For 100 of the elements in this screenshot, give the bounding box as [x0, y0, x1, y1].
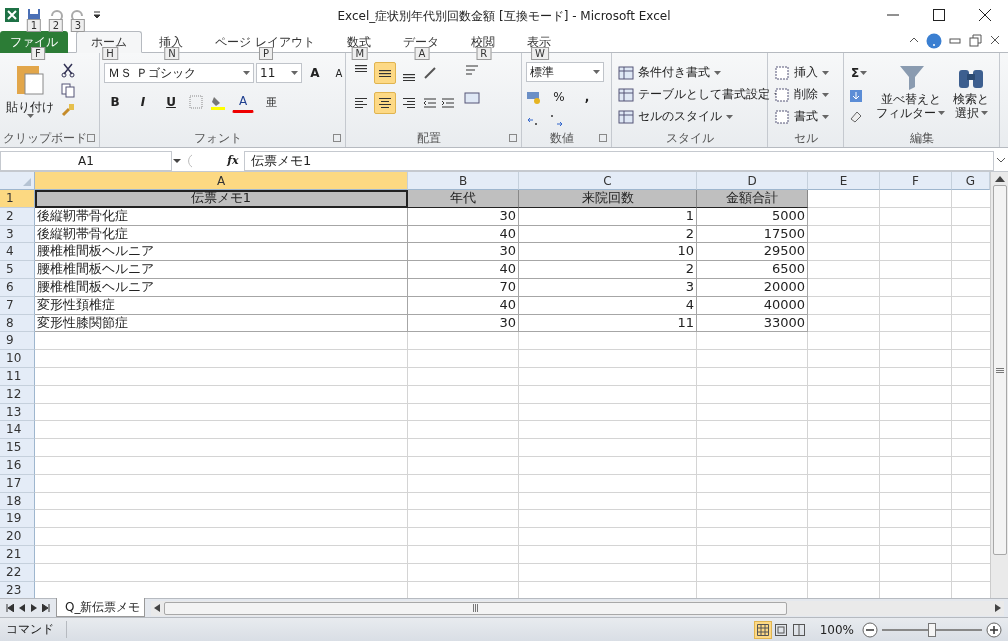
copy-icon[interactable]	[60, 82, 76, 98]
dialog-launcher-icon[interactable]	[599, 134, 607, 142]
currency-icon[interactable]	[526, 89, 542, 105]
sort-filter-button[interactable]: 並べ替えと フィルター	[874, 62, 948, 129]
scroll-left-icon[interactable]	[154, 604, 161, 612]
last-sheet-icon[interactable]	[42, 604, 50, 612]
table-cell: 腰椎椎間板ヘルニア	[35, 261, 408, 279]
keytip: A	[414, 47, 430, 60]
cells-menu-button[interactable]: 書式	[772, 106, 831, 127]
decrease-decimal-icon[interactable]	[548, 112, 564, 128]
grid-icon	[756, 623, 769, 636]
percent-button[interactable]: %	[548, 86, 570, 108]
autosum-button[interactable]: Σ	[848, 62, 871, 84]
keytip: 2	[48, 19, 64, 32]
window-title: Excel_症状別年代別回数金額 [互換モード] - Microsoft Excel	[337, 8, 671, 25]
decrease-indent-icon[interactable]	[422, 95, 438, 111]
excel-logo-icon[interactable]	[4, 7, 20, 23]
wrap-text-icon[interactable]	[464, 62, 480, 78]
column-header[interactable]: B	[408, 172, 519, 190]
grow-font-button[interactable]: A	[304, 62, 326, 84]
shrink-font-button[interactable]: A	[328, 62, 350, 84]
align-button[interactable]	[374, 62, 396, 84]
align-center-icon	[379, 98, 391, 108]
zoom-in-icon[interactable]	[986, 621, 1002, 638]
scroll-right-icon[interactable]	[995, 604, 1001, 612]
keytip: 3	[70, 19, 86, 32]
caret-icon	[860, 71, 868, 75]
formula-field[interactable]: 伝票メモ1	[244, 150, 994, 171]
help-icon[interactable]	[926, 33, 942, 49]
dialog-launcher-icon[interactable]	[509, 134, 517, 142]
paste-button[interactable]: 貼り付け	[4, 62, 56, 129]
table-cell: 29500	[697, 243, 808, 262]
format-painter-icon[interactable]	[60, 102, 76, 118]
caret-icon	[726, 114, 733, 119]
keytip: R	[476, 47, 492, 60]
column-header[interactable]: D	[697, 172, 808, 190]
cells-menu-button[interactable]: 挿入	[772, 62, 831, 83]
grip-icon	[473, 604, 479, 612]
restore-icon[interactable]	[968, 33, 982, 49]
caret-icon	[822, 114, 829, 119]
table-style-icon	[618, 64, 634, 81]
previous-sheet-icon[interactable]	[18, 604, 26, 612]
increase-indent-icon[interactable]	[440, 95, 456, 111]
table-cell: 30	[408, 243, 519, 262]
comma-button[interactable]: ,	[576, 86, 598, 108]
column-title-cell: 来院回数	[519, 190, 697, 208]
group-label: スタイル	[665, 129, 714, 147]
find-select-button[interactable]: 検索と 選択	[951, 62, 992, 129]
name-box[interactable]: A1	[0, 150, 172, 171]
sheet-tab[interactable]: Q_新伝票メモ	[56, 598, 146, 617]
row-header[interactable]: 5	[0, 261, 35, 279]
row-header[interactable]: 20	[0, 528, 35, 546]
horizontal-scrollbar[interactable]	[151, 600, 1004, 616]
font-color-button[interactable]: A	[232, 91, 254, 113]
zoom-slider-thumb[interactable]	[928, 622, 936, 637]
group-label: フォント	[193, 129, 242, 147]
styles-menu-button[interactable]: 条件付き書式	[616, 62, 723, 83]
first-sheet-icon[interactable]	[6, 604, 14, 612]
column-header[interactable]: E	[808, 172, 880, 190]
row-header[interactable]: 9	[0, 332, 35, 351]
phonetic-button[interactable]: 亜	[260, 91, 282, 113]
column-header[interactable]: G	[952, 172, 990, 190]
orientation-icon[interactable]	[422, 65, 438, 81]
corner-triangle-icon	[23, 178, 31, 186]
insert-function-button[interactable]: fx	[222, 154, 244, 167]
table-cell: 10	[519, 243, 697, 262]
font-size-field[interactable]: 11	[256, 63, 302, 83]
grip-icon	[995, 367, 1004, 373]
column-header[interactable]: A	[35, 172, 408, 190]
row-header[interactable]: 14	[0, 421, 35, 440]
row-header[interactable]: 19	[0, 510, 35, 529]
cut-icon[interactable]	[60, 62, 76, 78]
font-name-field[interactable]: ＭＳ Ｐゴシック	[104, 63, 254, 83]
bold-button[interactable]: B	[104, 91, 126, 113]
italic-button[interactable]: I	[132, 91, 154, 113]
scroll-up-icon[interactable]	[994, 176, 1005, 182]
cells-menu-button[interactable]: 削除	[772, 84, 831, 105]
vertical-scrollbar[interactable]	[990, 172, 1008, 598]
zoom-out-icon[interactable]	[862, 621, 878, 638]
row-header[interactable]: 4	[0, 243, 35, 262]
align-button[interactable]	[374, 92, 396, 114]
row-header[interactable]: 15	[0, 439, 35, 457]
column-header[interactable]: C	[519, 172, 697, 190]
row-header[interactable]: 1	[0, 190, 35, 208]
merge-cells-icon[interactable]	[464, 90, 480, 106]
keytip: W	[530, 47, 549, 60]
normal-view-button[interactable]	[753, 620, 772, 639]
column-header[interactable]: F	[880, 172, 952, 190]
next-sheet-icon[interactable]	[30, 604, 38, 612]
dialog-launcher-icon[interactable]	[87, 134, 95, 142]
align-left-icon	[355, 98, 367, 108]
group-label: 数値	[549, 129, 574, 147]
dialog-launcher-icon[interactable]	[333, 134, 341, 142]
styles-menu-button[interactable]: セルのスタイル	[616, 106, 735, 127]
fill-color-icon[interactable]	[210, 94, 226, 110]
row-header[interactable]: 10	[0, 350, 35, 368]
table-style-icon	[618, 86, 634, 103]
underline-button[interactable]: U	[160, 91, 182, 113]
fill-down-icon[interactable]	[848, 88, 864, 104]
number-format-field[interactable]: 標準	[526, 62, 604, 82]
